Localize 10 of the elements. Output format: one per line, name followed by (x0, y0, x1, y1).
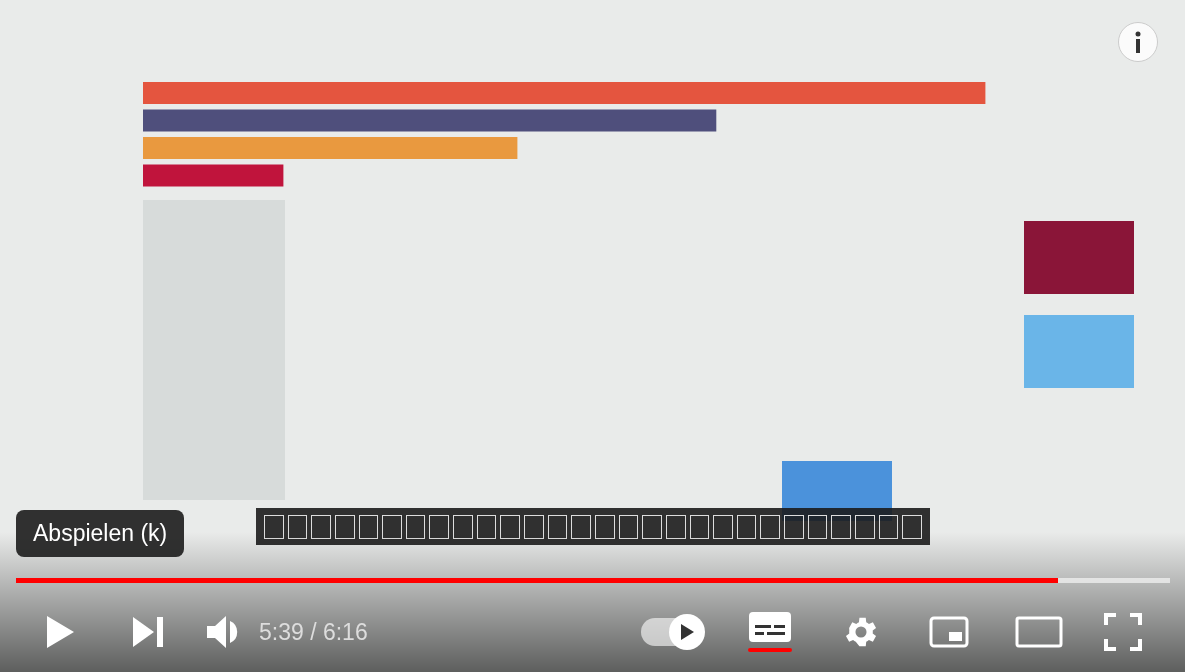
skip-next-icon (132, 616, 164, 648)
time-display: 5:39 / 6:16 (259, 617, 368, 647)
play-icon (679, 623, 695, 641)
fullscreen-icon (1104, 613, 1142, 651)
subtitles-icon (749, 612, 791, 642)
miniplayer-icon (929, 616, 969, 648)
play-icon (45, 615, 75, 649)
info-icon (1134, 31, 1142, 53)
rectangle-icon (1015, 616, 1063, 648)
tooltip: Abspielen (k) (16, 510, 185, 557)
